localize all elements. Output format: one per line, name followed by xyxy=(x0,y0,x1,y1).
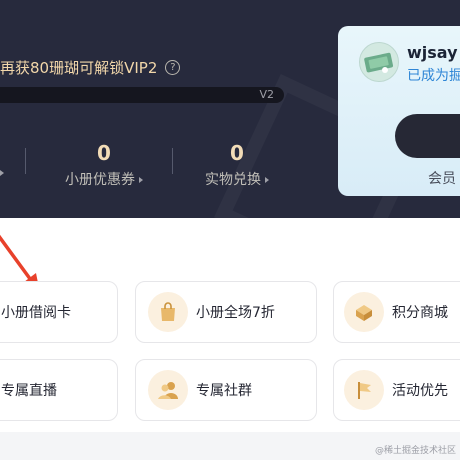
benefit-tile-discount[interactable]: 小册全场7折 xyxy=(135,281,317,343)
tile-label: 小册借阅卡 xyxy=(1,305,71,321)
question-circle-icon[interactable]: ? xyxy=(165,60,181,75)
member-status-text: 已成为掘 xyxy=(407,68,460,84)
avatar[interactable] xyxy=(359,42,399,82)
tile-label: 小册全场7折 xyxy=(196,305,275,321)
benefit-tile-live[interactable]: 专属直播 xyxy=(0,359,118,421)
benefit-tile-borrow-card[interactable]: 小册借阅卡 xyxy=(0,281,118,343)
vip-progress-line: 再获80珊瑚可解锁VIP2 ? xyxy=(0,57,181,78)
username: wjsay xyxy=(407,43,458,62)
member-footer-text: 会员 xyxy=(428,171,456,187)
member-card: wjsay 已成为掘 会员 xyxy=(338,26,460,196)
stat-coupons[interactable]: 0 小册优惠券 xyxy=(49,141,159,189)
tile-label: 专属直播 xyxy=(1,383,57,399)
flag-icon xyxy=(344,370,384,410)
tile-label: 积分商城 xyxy=(392,305,448,321)
stat-divider xyxy=(172,148,173,174)
stat-divider xyxy=(25,148,26,174)
stat-label: 小册优惠券 xyxy=(49,169,159,189)
community-icon xyxy=(148,370,188,410)
chevron-right-icon xyxy=(139,177,143,183)
vip-header: 再获80珊瑚可解锁VIP2 ? V2 0 小册优惠券 0 实物兑换 wjsay … xyxy=(0,0,460,218)
chevron-right-icon[interactable] xyxy=(0,170,4,176)
watermark: @稀土掘金技术社区 xyxy=(374,446,456,456)
stat-value: 0 xyxy=(97,141,111,165)
tile-label: 专属社群 xyxy=(196,383,252,399)
member-action-button[interactable] xyxy=(395,114,460,158)
gift-box-icon xyxy=(344,292,384,332)
vip-progress-bar: V2 xyxy=(0,87,284,103)
stat-exchange[interactable]: 0 实物兑换 xyxy=(182,141,292,189)
stat-value: 0 xyxy=(230,141,244,165)
stat-label: 实物兑换 xyxy=(182,169,292,189)
chevron-right-icon xyxy=(265,177,269,183)
vip-progress-text: 再获80珊瑚可解锁VIP2 xyxy=(0,59,158,77)
benefit-tile-community[interactable]: 专属社群 xyxy=(135,359,317,421)
progress-level-label: V2 xyxy=(259,88,274,101)
shopping-bag-icon xyxy=(148,292,188,332)
benefit-tile-points-mall[interactable]: 积分商城 xyxy=(333,281,460,343)
benefit-tile-event-priority[interactable]: 活动优先 xyxy=(333,359,460,421)
tile-label: 活动优先 xyxy=(392,383,448,399)
